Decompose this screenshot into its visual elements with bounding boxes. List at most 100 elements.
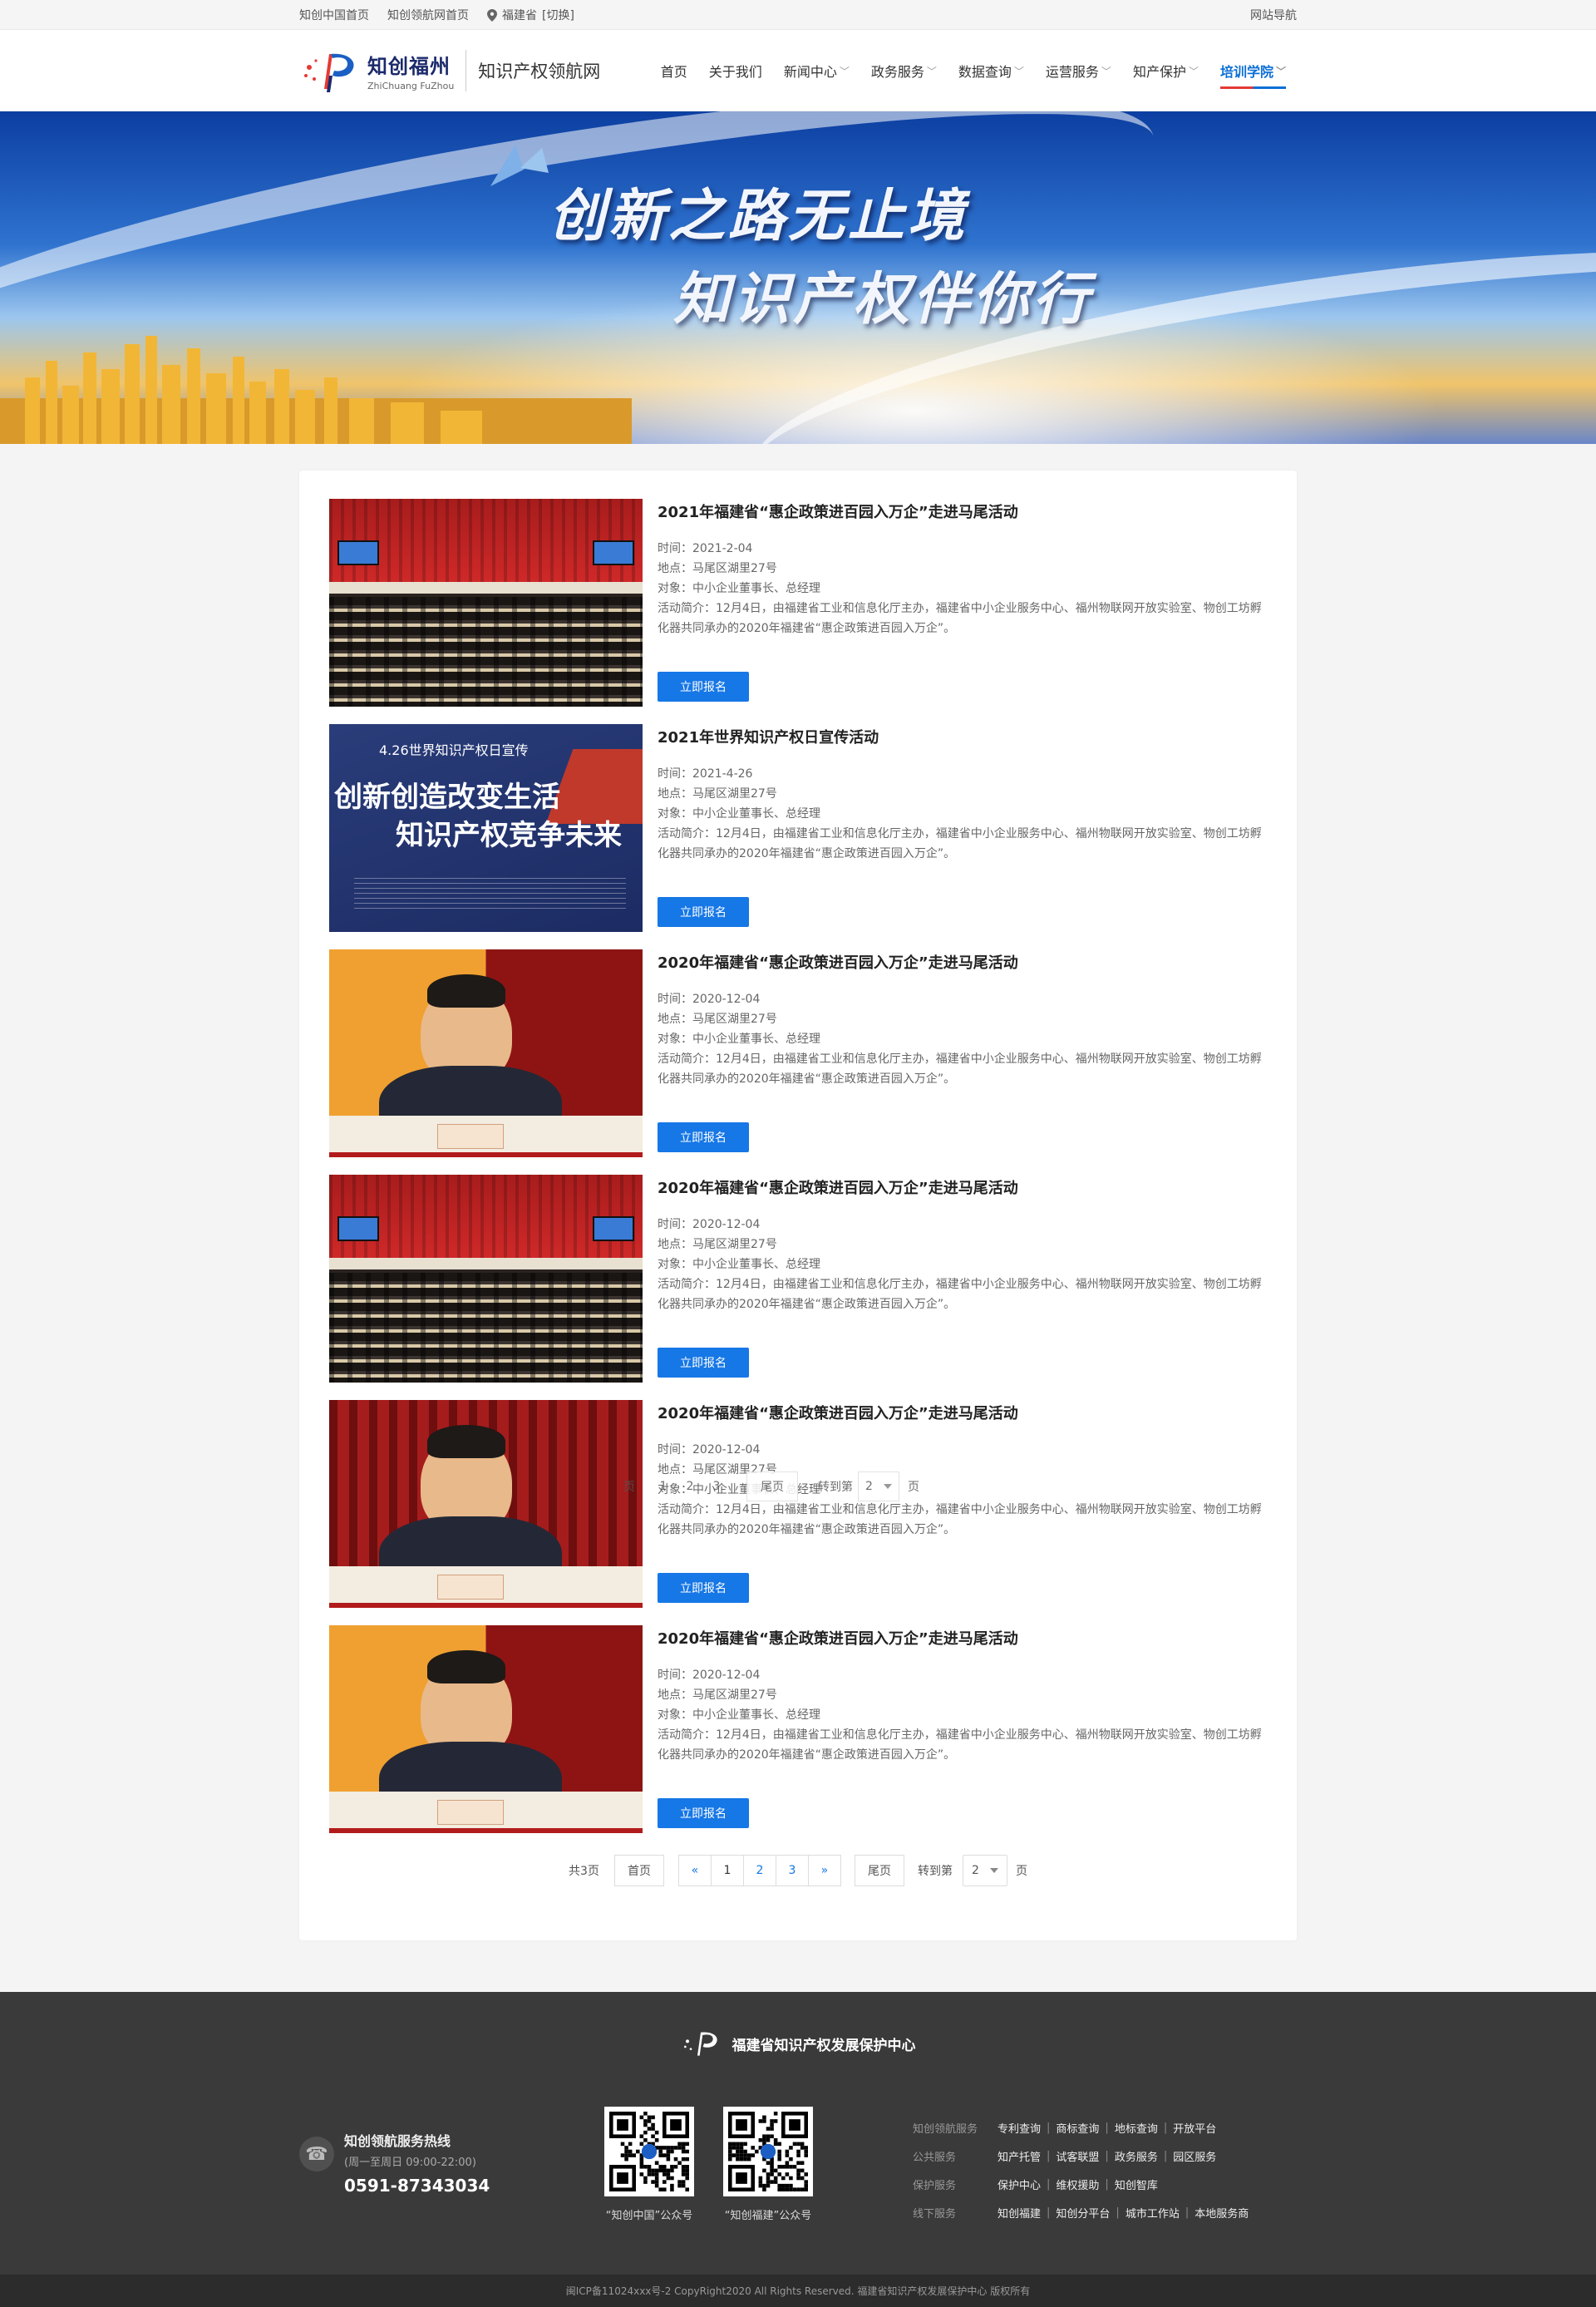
site-logo[interactable]: 知创福州 ZhiChuang FuZhou 知识产权领航网: [299, 46, 600, 96]
footer-link[interactable]: 知创智库: [1115, 2176, 1158, 2192]
event-intro: 活动简介：12月4日，由福建省工业和信息化厅主办，福建省中小企业服务中心、福州物…: [658, 827, 1262, 860]
event-image[interactable]: 4.26世界知识产权日宣传 创新创造改变生活 知识产权竞争未来: [329, 724, 643, 932]
overlay-page-1[interactable]: 1: [650, 1471, 677, 1501]
nav-training[interactable]: 培训学院 ﹀: [1209, 30, 1297, 111]
event-item: 2020年福建省“惠企政策进百园入万企”走进马尾活动 时间：2020-12-04…: [329, 949, 1267, 1157]
qr-zhichuang-china: “知创中国”公众号: [603, 2107, 696, 2222]
pager-page-2[interactable]: 2: [742, 1855, 776, 1886]
event-time: 时间：2021-2-04: [658, 542, 753, 555]
pager-prev[interactable]: «: [677, 1855, 712, 1886]
nav-operation[interactable]: 运营服务 ﹀: [1035, 30, 1122, 111]
event-image[interactable]: [329, 499, 643, 707]
pager-last[interactable]: 尾页: [854, 1855, 904, 1886]
overlay-pagination: 页 1 2 3 尾页 转到第 2 页: [623, 1471, 919, 1501]
location-name: 福建省: [502, 9, 537, 22]
pager-first[interactable]: 首页: [613, 1855, 664, 1886]
event-item: 2021年福建省“惠企政策进百园入万企”走进马尾活动 时间：2021-2-04 …: [329, 499, 1267, 707]
pager-page-1[interactable]: 1: [710, 1855, 744, 1886]
separator: |: [1105, 2121, 1109, 2134]
pager-next[interactable]: »: [807, 1855, 841, 1886]
overlay-page-2[interactable]: 2: [677, 1471, 703, 1501]
chevron-down-icon: ﹀: [1101, 65, 1111, 77]
event-target: 对象：中小企业董事长、总经理: [658, 1033, 820, 1046]
register-button[interactable]: 立即报名: [658, 1798, 749, 1828]
site-name: 知识产权领航网: [478, 62, 601, 81]
register-button[interactable]: 立即报名: [658, 1348, 749, 1378]
footer-link-row: 知创领航服务 专利查询 | 商标查询 | 地标查询 | 开放平台: [913, 2113, 1249, 2142]
event-intro: 活动简介：12月4日，由福建省工业和信息化厅主办，福建省中小企业服务中心、福州物…: [658, 1278, 1262, 1311]
event-image[interactable]: [329, 1625, 643, 1833]
footer-link[interactable]: 专利查询: [998, 2120, 1041, 2136]
link-zhichuang-lead-home[interactable]: 知创领航网首页: [387, 7, 469, 23]
pager-jump-value: 2: [971, 1864, 979, 1877]
nav-gov-service[interactable]: 政务服务 ﹀: [860, 30, 948, 111]
pager-jump-select[interactable]: 2: [962, 1855, 1007, 1886]
separator: |: [1047, 2206, 1051, 2219]
link-zhichuang-china-home[interactable]: 知创中国首页: [299, 7, 369, 23]
event-title[interactable]: 2021年世界知识产权日宣传活动: [658, 726, 1267, 747]
overlay-last[interactable]: 尾页: [746, 1471, 798, 1501]
event-place: 地点：马尾区湖里27号: [658, 1688, 777, 1702]
register-button[interactable]: 立即报名: [658, 1573, 749, 1603]
footer-link[interactable]: 地标查询: [1115, 2120, 1158, 2136]
nav-about[interactable]: 关于我们: [698, 30, 773, 111]
chevron-down-icon: ﹀: [1188, 65, 1199, 77]
footer-link-row: 公共服务 知产托管 | 试客联盟 | 政务服务 | 园区服务: [913, 2142, 1249, 2170]
phone-icon: ☎: [299, 2137, 334, 2171]
nav-home[interactable]: 首页: [650, 30, 698, 111]
pager-page-3[interactable]: 3: [775, 1855, 809, 1886]
site-nav-link[interactable]: 网站导航: [1250, 7, 1297, 23]
hero-banner: 创新之路无止境 知识产权伴你行: [0, 111, 1596, 444]
overlay-page-3[interactable]: 3: [703, 1471, 730, 1501]
hotline-hours: (周一至周日 09:00-22:00): [344, 2157, 476, 2169]
event-time: 时间：2021-4-26: [658, 767, 753, 781]
footer-link[interactable]: 知产托管: [998, 2148, 1041, 2164]
footer-link[interactable]: 政务服务: [1115, 2148, 1158, 2164]
location-switch-link[interactable]: [切换]: [542, 7, 574, 23]
logo-mark-icon: [304, 53, 354, 92]
footer-link[interactable]: 知创分平台: [1056, 2205, 1110, 2221]
event-target: 对象：中小企业董事长、总经理: [658, 1258, 820, 1271]
event-title[interactable]: 2020年福建省“惠企政策进百园入万企”走进马尾活动: [658, 1402, 1267, 1423]
register-button[interactable]: 立即报名: [658, 1122, 749, 1152]
event-image[interactable]: [329, 949, 643, 1157]
nav-data-query[interactable]: 数据查询 ﹀: [948, 30, 1035, 111]
decor-triangles-icon: [490, 145, 549, 186]
qr-code-icon: [728, 2112, 808, 2191]
separator: |: [1116, 2206, 1120, 2219]
register-button[interactable]: 立即报名: [658, 897, 749, 927]
footer-link[interactable]: 城市工作站: [1126, 2205, 1180, 2221]
footer-link[interactable]: 保护中心: [998, 2176, 1041, 2192]
nav-news[interactable]: 新闻中心 ﹀: [773, 30, 860, 111]
footer-link[interactable]: 试客联盟: [1056, 2148, 1099, 2164]
nav-ip-protection[interactable]: 知产保护 ﹀: [1122, 30, 1209, 111]
event-title[interactable]: 2020年福建省“惠企政策进百园入万企”走进马尾活动: [658, 1627, 1267, 1649]
event-title[interactable]: 2020年福建省“惠企政策进百园入万企”走进马尾活动: [658, 1176, 1267, 1198]
banner-slogan-1: 创新之路无止境: [549, 184, 968, 249]
overlay-jump-select[interactable]: 2: [858, 1471, 899, 1501]
event-item: 2020年福建省“惠企政策进百园入万企”走进马尾活动 时间：2020-12-04…: [329, 1175, 1267, 1383]
event-info: 2021年福建省“惠企政策进百园入万企”走进马尾活动 时间：2021-2-04 …: [658, 499, 1267, 707]
event-title[interactable]: 2020年福建省“惠企政策进百园入万企”走进马尾活动: [658, 951, 1267, 973]
header: 知创福州 ZhiChuang FuZhou 知识产权领航网 首页 关于我们 新闻…: [0, 30, 1596, 111]
event-image[interactable]: [329, 1400, 643, 1608]
footer-link-row: 保护服务 保护中心 | 维权援助 | 知创智库: [913, 2170, 1249, 2198]
register-button[interactable]: 立即报名: [658, 672, 749, 702]
chevron-down-icon: ﹀: [926, 65, 937, 77]
footer-link[interactable]: 知创福建: [998, 2205, 1041, 2221]
footer-link[interactable]: 维权援助: [1056, 2176, 1099, 2192]
footer-link[interactable]: 开放平台: [1173, 2120, 1216, 2136]
event-intro: 活动简介：12月4日，由福建省工业和信息化厅主办，福建省中小企业服务中心、福州物…: [658, 1503, 1262, 1536]
location-switcher[interactable]: 福建省 [切换]: [487, 7, 574, 23]
footer-link-group-label: 公共服务: [913, 2151, 957, 2164]
event-info: 2020年福建省“惠企政策进百园入万企”走进马尾活动 时间：2020-12-04…: [658, 1175, 1267, 1383]
event-image[interactable]: [329, 1175, 643, 1383]
event-intro: 活动简介：12月4日，由福建省工业和信息化厅主办，福建省中小企业服务中心、福州物…: [658, 602, 1262, 635]
footer-link[interactable]: 本地服务商: [1195, 2205, 1249, 2221]
top-bar: 知创中国首页 知创领航网首页 福建省 [切换] 网站导航: [0, 0, 1596, 30]
footer-link[interactable]: 园区服务: [1173, 2148, 1216, 2164]
footer: 福建省知识产权发展保护中心 ☎ 知创领航服务热线 (周一至周日 09:00-22…: [0, 1992, 1596, 2275]
footer-link[interactable]: 商标查询: [1056, 2120, 1099, 2136]
event-title[interactable]: 2021年福建省“惠企政策进百园入万企”走进马尾活动: [658, 500, 1267, 522]
poster-tag: 4.26世界知识产权日宣传: [379, 742, 529, 758]
